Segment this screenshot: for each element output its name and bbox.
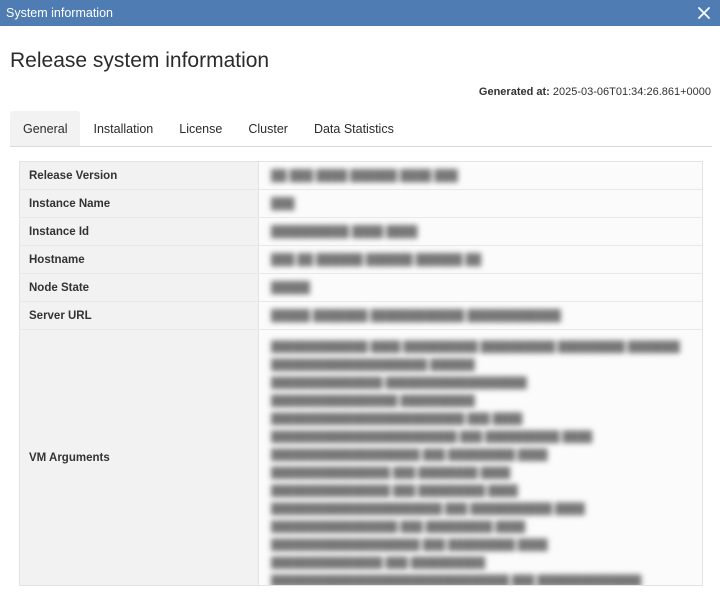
redacted-line: █████████████████████████ ███ ██████████…: [271, 431, 593, 443]
redacted-value: █████: [271, 281, 310, 294]
tab-bar: General Installation License Cluster Dat…: [10, 111, 712, 147]
tab-license[interactable]: License: [166, 111, 235, 146]
tab-installation[interactable]: Installation: [80, 111, 166, 146]
tab-cluster[interactable]: Cluster: [235, 111, 301, 146]
redacted-line: █████████████████████ ██████: [271, 359, 475, 371]
redacted-line: ████████████████████ ███ █████████ ████: [271, 539, 548, 551]
redacted-line: ████████████████████████████████ ███ ███…: [271, 575, 642, 586]
redacted-line: ████████████████ ███ █████████ ████: [271, 485, 518, 497]
redacted-value: ██████████ ████ ████: [271, 225, 418, 238]
row-key: VM Arguments: [20, 330, 259, 585]
row-key: Server URL: [20, 302, 259, 329]
row-value: █████ ███████ ████████████ ████████████: [259, 302, 702, 329]
redacted-value: ██ ███ ████ ██████ ████ ███: [271, 169, 458, 182]
row-key: Release Version: [20, 162, 259, 189]
row-key: Hostname: [20, 246, 259, 273]
table-row: Server URL █████ ███████ ████████████ ██…: [20, 302, 702, 330]
generated-at-value: 2025-03-06T01:34:26.861+0000: [552, 86, 711, 98]
table-row: Node State █████: [20, 274, 702, 302]
redacted-line: █████████████ ████ ██████████ ██████████…: [271, 341, 680, 353]
dialog-title: System information: [6, 6, 113, 20]
generated-at-label: Generated at:: [478, 86, 550, 98]
redacted-line: ████████████████████ ███ █████████ ████: [271, 449, 548, 461]
row-key: Instance Id: [20, 218, 259, 245]
vm-arguments-value: █████████████ ████ ██████████ ██████████…: [259, 330, 702, 585]
row-key: Node State: [20, 274, 259, 301]
tab-data-statistics[interactable]: Data Statistics: [301, 111, 407, 146]
general-info-table: Release Version ██ ███ ████ ██████ ████ …: [19, 161, 703, 586]
redacted-line: ██████████████████████████ ███ ████: [271, 413, 523, 425]
table-row: Instance Id ██████████ ████ ████: [20, 218, 702, 246]
redacted-line: ███████████████ ███ ██████████: [271, 557, 486, 569]
redacted-value: ███: [271, 197, 295, 210]
redacted-line: █████████████████ ███ █████████ ████: [271, 521, 526, 533]
table-row: Hostname ███ ██ ██████ ██████ ██████ ██: [20, 246, 702, 274]
row-value: ██ ███ ████ ██████ ████ ███: [259, 162, 702, 189]
row-value: ███ ██ ██████ ██████ ██████ ██: [259, 246, 702, 273]
generated-at: Generated at: 2025-03-06T01:34:26.861+00…: [479, 86, 711, 98]
row-key: Instance Name: [20, 190, 259, 217]
row-value: ███: [259, 190, 702, 217]
table-row: VM Arguments █████████████ ████ ████████…: [20, 330, 702, 585]
redacted-value: ███ ██ ██████ ██████ ██████ ██: [271, 253, 482, 266]
redacted-line: ████████████████ ███ ████████ ████: [271, 467, 511, 479]
row-value: ██████████ ████ ████: [259, 218, 702, 245]
close-icon[interactable]: [694, 2, 714, 24]
page-title: Release system information: [10, 49, 270, 72]
redacted-line: ███████████████ ███████████████████: [271, 377, 527, 389]
dialog-titlebar: System information: [0, 0, 720, 26]
redacted-value: █████ ███████ ████████████ ████████████: [271, 309, 561, 322]
table-row: Instance Name ███: [20, 190, 702, 218]
tab-general[interactable]: General: [10, 111, 81, 146]
table-row: Release Version ██ ███ ████ ██████ ████ …: [20, 162, 702, 190]
redacted-line: █████████████████ ██████████: [271, 395, 475, 407]
row-value: █████: [259, 274, 702, 301]
redacted-line: ███████████████████████ ███ ███████████ …: [271, 503, 585, 515]
